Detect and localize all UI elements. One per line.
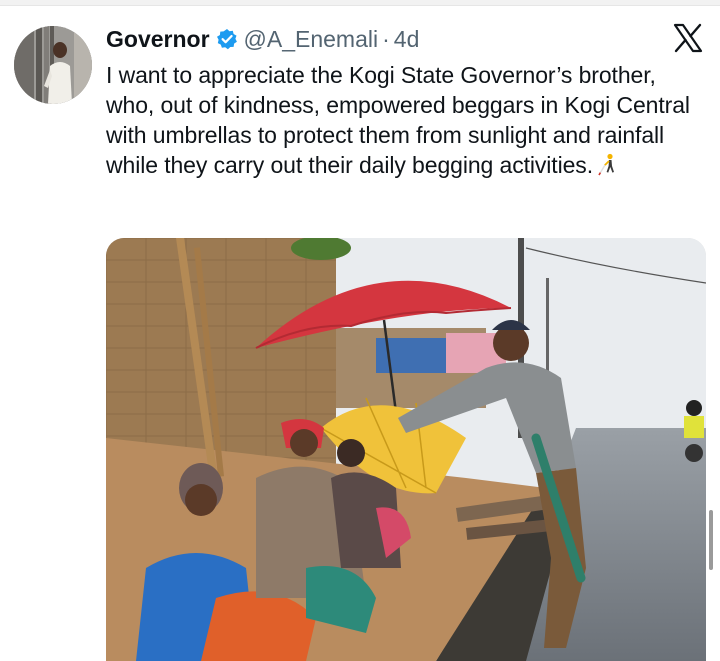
author-handle[interactable]: @A_Enemali (244, 26, 379, 53)
verified-badge-icon (216, 28, 238, 50)
avatar-photo (14, 26, 92, 104)
meta-separator: · (382, 25, 390, 52)
tweet-timestamp[interactable]: 4d (394, 26, 420, 53)
x-logo-icon[interactable] (672, 22, 704, 54)
person-with-white-cane-icon (597, 153, 619, 177)
tweet-photo[interactable] (106, 238, 706, 661)
top-divider (0, 0, 720, 6)
tweet-header: Governor @A_Enemali · 4d (106, 24, 419, 54)
photo-scene (106, 238, 706, 661)
avatar[interactable] (14, 26, 92, 104)
scrollbar-thumb[interactable] (709, 510, 713, 570)
author-display-name[interactable]: Governor (106, 26, 210, 53)
tweet-text: I want to appreciate the Kogi State Gove… (106, 60, 710, 180)
